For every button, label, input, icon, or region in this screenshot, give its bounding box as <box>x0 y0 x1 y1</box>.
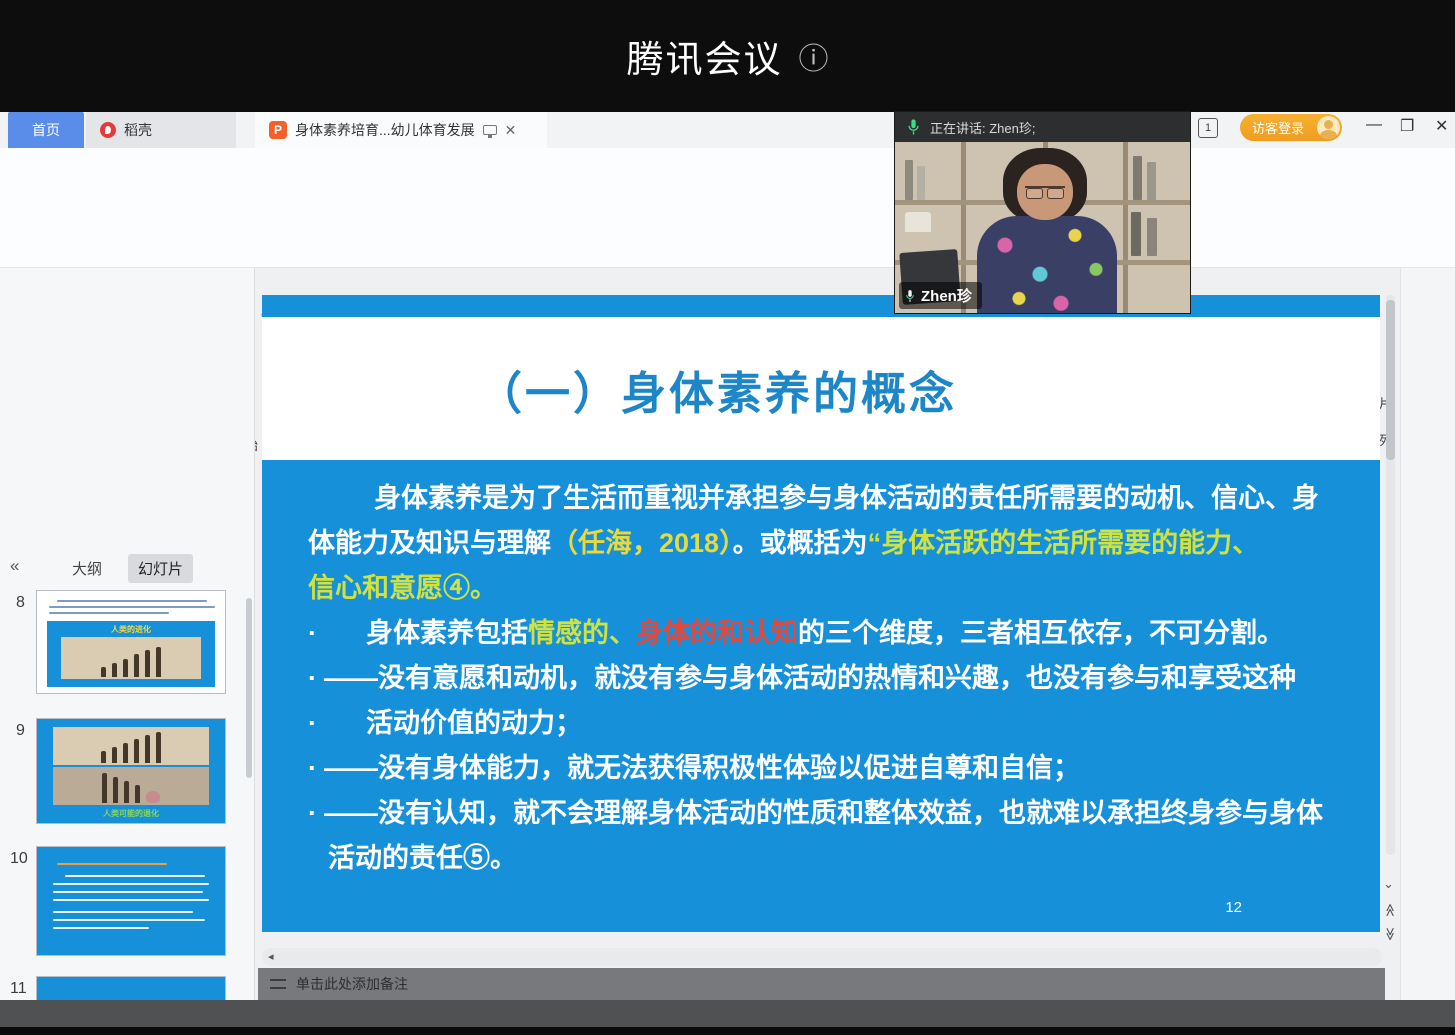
speaking-label: 正在讲话: Zhen珍; <box>930 118 1035 137</box>
bullet-dot: · <box>308 656 324 701</box>
docer-icon <box>100 122 116 138</box>
thumb-9-caption: 人类可能的退化 <box>37 808 225 819</box>
slide-body: 身体素养是为了生活而重视并承担参与身体活动的责任所需要的动机、信心、身 体能力及… <box>262 460 1380 932</box>
tab-slides[interactable]: 幻灯片 <box>128 554 193 583</box>
notes-icon <box>270 979 286 989</box>
vertical-scrollbar-thumb[interactable] <box>1386 300 1395 460</box>
notes-placeholder[interactable]: 单击此处添加备注 <box>296 974 408 994</box>
evolution-image <box>53 727 209 765</box>
slide-text-highlight: 情感的、 <box>528 618 636 648</box>
wps-tab-bar: 首页 稻壳 P 身体素养培育...幼儿体育发展 ✕ ＋ <box>0 112 1455 148</box>
status-bar: 幻灯片 12 / 41 带状 T? 缺失字体 S 中 ’ ☺ 智能美化 ▴ 备注… <box>0 1000 1455 1027</box>
meeting-title: 腾讯会议 <box>627 29 783 83</box>
sidebar-scrollbar[interactable] <box>246 598 252 778</box>
guest-login-button[interactable]: 访客登录 <box>1240 114 1342 141</box>
thumb-8-number: 8 <box>16 594 25 612</box>
mic-icon-small <box>905 289 915 303</box>
slide-text: 体能力及知识与理解 <box>308 528 551 558</box>
next-slide-icon[interactable]: ≫ <box>1382 927 1398 941</box>
ribbon-tab-row: ≡ 文件 ∨ ↺ ▾ ↻ ⌄ 开始 插入 设计 切换 动画 放映 审阅 视图 开… <box>0 148 1455 190</box>
participant-name: Zhen珍 <box>921 285 972 306</box>
tab-document[interactable]: P 身体素养培育...幼儿体育发展 ✕ <box>255 112 547 148</box>
previous-slide-icon[interactable]: ≪ <box>1382 903 1398 917</box>
slide-canvas[interactable]: （一）身体素养的概念 身体素养是为了生活而重视并承担参与身体活动的责任所需要的动… <box>262 295 1380 932</box>
slide-text-highlight: 信心和意愿④。 <box>308 573 497 603</box>
tab-close-icon[interactable]: ✕ <box>505 122 517 139</box>
tab-docer[interactable]: 稻壳 <box>86 112 236 148</box>
slide-text: 。或概括为 <box>733 528 868 558</box>
slide-panel: « 大纲 幻灯片 8 人类的进化 9 <box>0 268 255 1000</box>
bullet-dot: · <box>308 611 366 656</box>
thumb-10-number: 10 <box>10 850 28 868</box>
window-count-badge[interactable]: 1 <box>1198 118 1218 138</box>
meeting-video-overlay[interactable]: 正在讲话: Zhen珍; Z <box>895 112 1190 313</box>
participant-glasses <box>1025 186 1065 195</box>
evolution-image <box>61 637 201 679</box>
slide-thumbnail-8[interactable]: 人类的进化 <box>36 590 226 694</box>
bottom-strip <box>0 1027 1455 1035</box>
slide-text: 活动的责任⑤。 <box>328 843 517 873</box>
slide-text-highlight: “身体活跃的生活所需要的能力、 <box>868 528 1260 558</box>
avatar <box>1317 116 1340 139</box>
slide-thumbnail-9[interactable]: 人类可能的退化 <box>36 718 226 824</box>
present-monitor-icon[interactable] <box>483 125 497 135</box>
slide-text: 的三个维度，三者相互依存，不可分割。 <box>798 618 1284 648</box>
slide-text: ——没有意愿和动机，就没有参与身体活动的热情和兴趣，也没有参与和享受这种 <box>324 663 1296 693</box>
scroll-down-icon[interactable]: ⌄ <box>1383 876 1394 892</box>
tab-home[interactable]: 首页 <box>8 112 84 148</box>
bullet-dot: · <box>308 746 324 791</box>
slide-thumbnail-10[interactable] <box>36 846 226 956</box>
slide-text-citation: （任海，2018） <box>551 528 733 558</box>
slide-text-highlight-red: 身体的和认知 <box>636 618 798 648</box>
wpp-presentation-icon: P <box>269 121 287 139</box>
tab-outline[interactable]: 大纲 <box>72 558 102 579</box>
scroll-left-icon[interactable]: ◂ <box>268 950 274 963</box>
thumb-9-number: 9 <box>16 722 25 740</box>
right-tool-rail: ☆ ↻ ? ••• <box>1400 268 1455 1000</box>
close-button[interactable]: ✕ <box>1435 116 1448 136</box>
restore-button[interactable]: ❐ <box>1400 116 1414 136</box>
bullet-dot: · <box>308 791 324 836</box>
slide-text: ——没有认知，就不会理解身体活动的性质和整体效益，也就难以承担终身参与身体 <box>324 798 1323 828</box>
participant-body <box>977 216 1117 313</box>
slide-page-number: 12 <box>1225 899 1242 916</box>
slide-text: 身体素养是为了生活而重视并承担参与身体活动的责任所需要的动机、信心、身 <box>374 483 1319 513</box>
collapse-panel-icon[interactable]: « <box>10 556 19 576</box>
thumb-8-caption: 人类的进化 <box>47 624 215 635</box>
horizontal-scrollbar[interactable]: ◂ <box>262 948 1382 966</box>
speaking-banner: 正在讲话: Zhen珍; <box>895 112 1190 142</box>
slide-text: 活动价值的动力； <box>366 708 582 738</box>
thumb-11-number: 11 <box>10 980 27 998</box>
notes-bar[interactable]: 单击此处添加备注 <box>258 968 1385 1000</box>
home-toolbar: 粘贴 ▾ 剪切 复制 格式刷 当页开始 ▾ 新建幻灯片 版式 ▾ 重置 节 ▾ … <box>0 190 1455 268</box>
slide-text: ——没有身体能力，就无法获得积极性体验以促进自尊和自信； <box>324 753 1080 783</box>
participant-name-label: Zhen珍 <box>899 282 982 309</box>
slide-text: 身体素养包括 <box>366 618 528 648</box>
devolution-image <box>53 767 209 805</box>
meeting-title-bar: 腾讯会议 ⓘ <box>0 0 1455 112</box>
slide-title: （一）身体素养的概念 <box>477 357 957 422</box>
bullet-dot: · <box>308 701 366 746</box>
slide-top-band <box>262 295 1380 317</box>
minimize-button[interactable]: — <box>1366 116 1382 134</box>
app-root: 腾讯会议 ⓘ 首页 稻壳 P 身体素养培育...幼儿体育发展 ✕ ＋ 1 访客登… <box>0 0 1455 1035</box>
meeting-info-icon[interactable]: ⓘ <box>799 34 829 78</box>
mic-icon <box>907 118 920 136</box>
